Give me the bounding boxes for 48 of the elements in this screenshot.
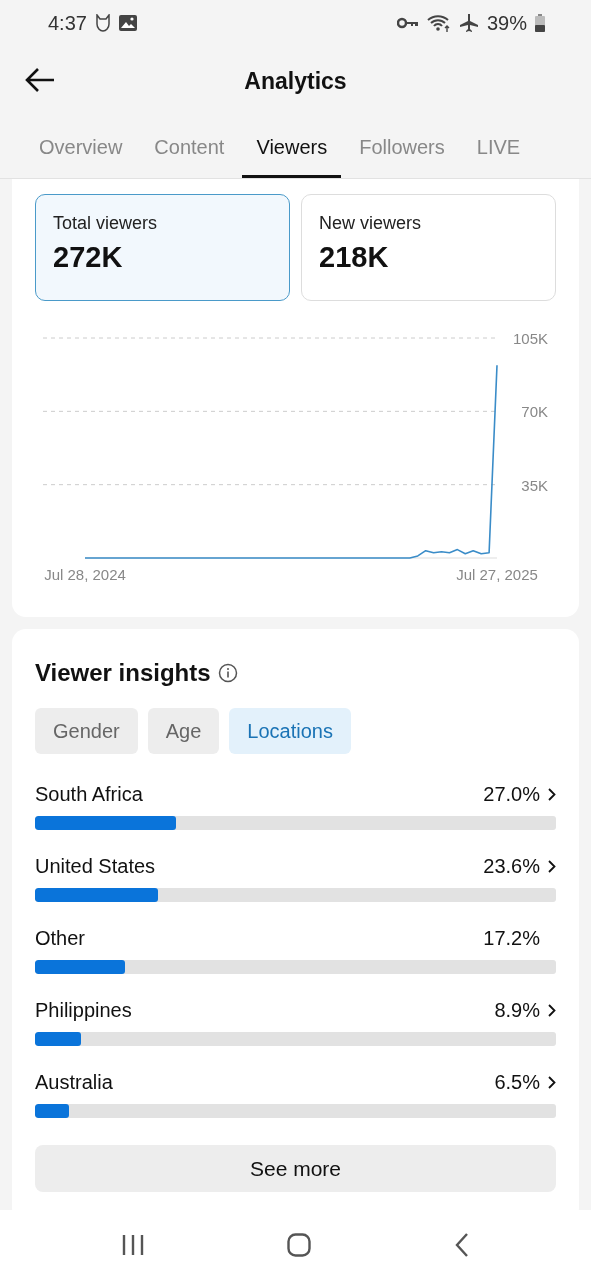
clock-time: 4:37 <box>48 11 87 35</box>
recent-apps-icon[interactable] <box>121 1235 144 1255</box>
location-name: Other <box>35 926 87 950</box>
metric-tile[interactable]: Total viewers 272K <box>35 194 290 301</box>
metric-label: New viewers <box>319 213 423 234</box>
tab[interactable]: Followers <box>345 116 459 178</box>
metric-tile[interactable]: New viewers 218K <box>301 194 556 301</box>
location-share: 17.2% <box>483 926 540 950</box>
home-icon[interactable] <box>287 1233 312 1257</box>
section-title: Viewer insights <box>35 659 211 687</box>
location-share: 27.0% <box>483 782 540 806</box>
image-icon <box>118 15 137 31</box>
location-name: Australia <box>35 1070 114 1094</box>
chevron-right-icon[interactable] <box>548 859 556 873</box>
wifi-icon <box>426 13 451 33</box>
cat-icon <box>94 14 111 32</box>
filter-chip[interactable]: Locations <box>229 708 351 754</box>
y-tick-label: 105K <box>512 330 548 347</box>
location-share: 6.5% <box>494 1070 540 1094</box>
filter-chip[interactable]: Age <box>147 708 220 754</box>
x-tick-label: Jul 28, 2024 <box>44 566 126 583</box>
x-tick-label: Jul 27, 2025 <box>456 566 538 583</box>
location-name: United States <box>35 854 157 878</box>
back-icon[interactable] <box>455 1233 470 1257</box>
metric-value: 272K <box>53 241 124 274</box>
back-arrow-icon[interactable] <box>25 67 55 93</box>
chevron-right-icon[interactable] <box>548 1003 556 1017</box>
info-icon[interactable] <box>217 663 238 683</box>
chevron-right-icon[interactable] <box>548 787 556 801</box>
y-tick-label: 70K <box>521 403 548 421</box>
battery-icon <box>535 14 545 32</box>
see-more-button[interactable]: See more <box>35 1145 556 1192</box>
chevron-right-icon[interactable] <box>548 1075 556 1089</box>
location-name: Philippines <box>35 998 133 1022</box>
metric-label: Total viewers <box>53 213 159 234</box>
filter-chip[interactable]: Gender <box>35 708 138 754</box>
metric-value: 218K <box>319 241 390 274</box>
location-share: 8.9% <box>494 998 540 1022</box>
key-icon <box>396 17 419 29</box>
y-tick-label: 35K <box>521 476 548 494</box>
battery-percent: 39% <box>486 11 527 35</box>
tab[interactable]: LIVE <box>462 116 535 178</box>
tab[interactable]: Content <box>140 116 239 178</box>
airplane-icon <box>458 13 479 33</box>
page-title: Analytics <box>244 67 347 95</box>
location-share: 23.6% <box>483 854 540 878</box>
location-name: South Africa <box>35 782 144 806</box>
tab[interactable]: Overview <box>25 116 137 178</box>
